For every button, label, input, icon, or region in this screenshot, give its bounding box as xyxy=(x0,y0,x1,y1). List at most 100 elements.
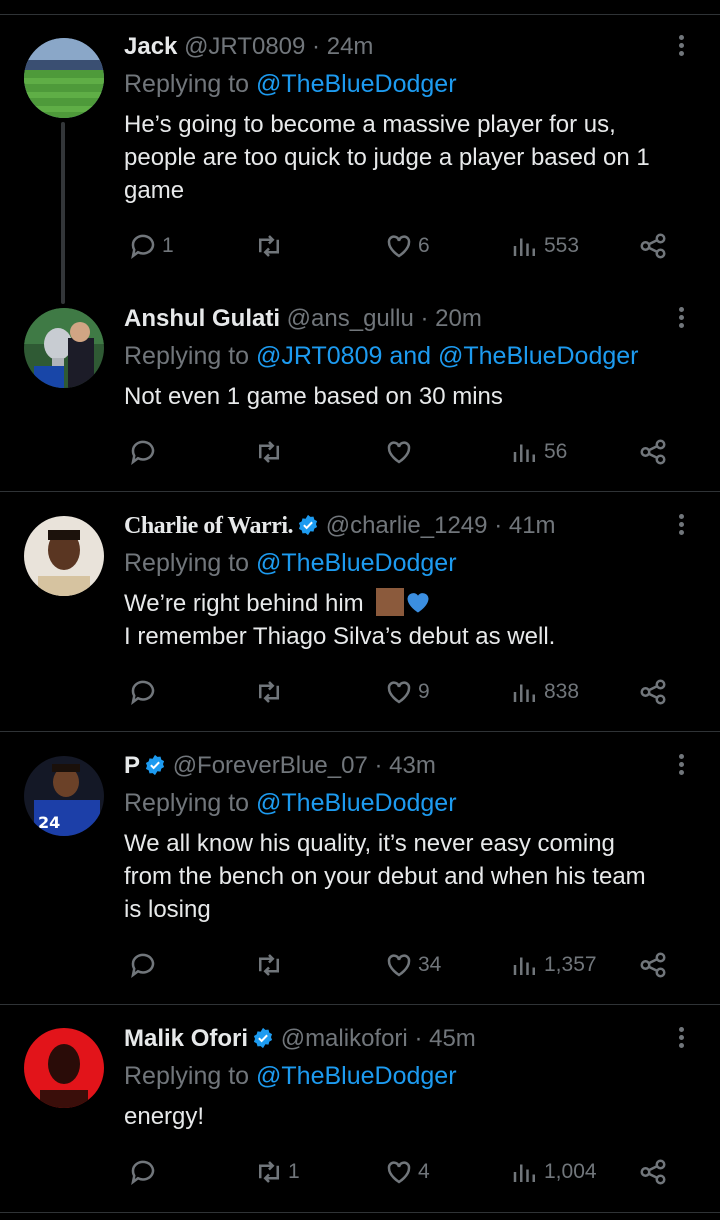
share-button[interactable] xyxy=(638,672,668,712)
replying-to-link[interactable]: @JRT0809 and @TheBlueDodger xyxy=(256,342,638,370)
user-handle[interactable]: @charlie_1249 xyxy=(326,512,488,539)
like-button[interactable]: 9 xyxy=(384,672,430,712)
retweet-button[interactable] xyxy=(254,226,288,266)
tweet-text-line: Not even 1 game based on 30 mins xyxy=(124,383,503,410)
user-handle[interactable]: @ForeverBlue_07 xyxy=(173,752,368,779)
more-options-icon[interactable] xyxy=(676,751,686,779)
verified-badge-icon xyxy=(253,1027,273,1049)
views-button[interactable]: 1,004 xyxy=(510,1152,597,1192)
svg-text:24: 24 xyxy=(38,813,60,832)
display-name[interactable]: P xyxy=(124,752,140,779)
share-button[interactable] xyxy=(638,432,668,472)
like-count: 4 xyxy=(418,1160,430,1183)
user-handle[interactable]: @JRT0809 xyxy=(184,33,305,60)
views-button[interactable]: 838 xyxy=(510,672,579,712)
display-name[interactable]: Jack xyxy=(124,33,177,60)
retweet-button[interactable]: 1 xyxy=(254,1152,300,1192)
like-button[interactable]: 4 xyxy=(384,1152,430,1192)
timestamp[interactable]: 45m xyxy=(429,1025,476,1052)
share-button[interactable] xyxy=(638,945,668,985)
reply-button[interactable] xyxy=(128,672,162,712)
avatar[interactable] xyxy=(24,516,104,596)
tweet-actions: 1 6 553 xyxy=(124,226,684,266)
timestamp[interactable]: 43m xyxy=(389,752,436,779)
views-button[interactable]: 56 xyxy=(510,432,567,472)
tweet-header: Charlie of Warri. @charlie_1249 · 41m xyxy=(124,508,660,544)
retweet-button[interactable] xyxy=(254,672,288,712)
tweet-divider xyxy=(0,1212,720,1213)
replying-to-link[interactable]: @TheBlueDodger xyxy=(256,549,457,577)
more-options-icon[interactable] xyxy=(676,511,686,539)
replying-to: Replying to @TheBlueDodger xyxy=(124,545,457,581)
tweet-text: He’s going to become a massive player fo… xyxy=(124,108,704,207)
like-button[interactable]: 6 xyxy=(384,226,430,266)
reply-icon xyxy=(131,440,155,465)
separator-dot: · xyxy=(374,752,383,779)
views-icon xyxy=(513,684,535,702)
display-name[interactable]: Malik Ofori xyxy=(124,1025,248,1052)
reply-button[interactable] xyxy=(128,945,162,985)
retweet-button[interactable] xyxy=(254,432,288,472)
tweet-text-line: people are too quick to judge a player b… xyxy=(124,144,650,171)
avatar[interactable] xyxy=(24,308,104,388)
views-icon xyxy=(513,444,535,462)
replying-to-label: Replying to xyxy=(124,70,250,98)
reply-icon xyxy=(131,953,155,978)
avatar[interactable]: 24 xyxy=(24,756,104,836)
more-options-icon[interactable] xyxy=(676,32,686,60)
like-count: 34 xyxy=(418,953,442,976)
user-handle[interactable]: @malikofori xyxy=(281,1025,408,1052)
heart-icon xyxy=(387,954,411,977)
trophy-avatar-icon xyxy=(24,308,104,388)
retweet-button[interactable] xyxy=(254,945,288,985)
heart-icon xyxy=(387,1161,411,1184)
share-button[interactable] xyxy=(638,1152,668,1192)
reply-icon xyxy=(131,234,155,259)
views-icon xyxy=(513,238,535,256)
heart-icon xyxy=(387,441,411,464)
views-button[interactable]: 1,357 xyxy=(510,945,597,985)
replying-to-link[interactable]: @TheBlueDodger xyxy=(256,1062,457,1090)
player-avatar-icon: 24 xyxy=(24,756,104,836)
share-icon xyxy=(640,439,666,465)
person-avatar-icon xyxy=(24,516,104,596)
thread-line xyxy=(61,122,65,304)
reply-button[interactable] xyxy=(128,432,162,472)
retweet-icon xyxy=(259,235,279,257)
replying-to-label: Replying to xyxy=(124,789,250,817)
tweet-text-line: We all know his quality, it’s never easy… xyxy=(124,830,615,857)
views-button[interactable]: 553 xyxy=(510,226,579,266)
heart-icon xyxy=(387,681,411,704)
tweet-text-line: game xyxy=(124,177,185,204)
tweet-text: We all know his quality, it’s never easy… xyxy=(124,827,704,926)
more-options-icon[interactable] xyxy=(676,1024,686,1052)
view-count: 56 xyxy=(544,440,568,463)
more-options-icon[interactable] xyxy=(676,304,686,332)
tweet-text-line: is losing xyxy=(124,896,211,923)
replying-to-link[interactable]: @TheBlueDodger xyxy=(256,789,457,817)
share-icon xyxy=(640,952,666,978)
replying-to-link[interactable]: @TheBlueDodger xyxy=(256,70,457,98)
tweet-text: energy! xyxy=(124,1100,704,1133)
timestamp[interactable]: 24m xyxy=(327,33,374,60)
share-button[interactable] xyxy=(638,226,668,266)
timestamp[interactable]: 20m xyxy=(435,305,482,332)
like-button[interactable] xyxy=(384,432,418,472)
like-button[interactable]: 34 xyxy=(384,945,441,985)
reply-count: 1 xyxy=(162,234,174,257)
tweet-text: Not even 1 game based on 30 mins xyxy=(124,380,704,413)
display-name[interactable]: Anshul Gulati xyxy=(124,305,280,332)
heart-icon xyxy=(387,235,411,258)
replying-to-label: Replying to xyxy=(124,342,250,370)
avatar[interactable] xyxy=(24,1028,104,1108)
reply-button[interactable]: 1 xyxy=(128,226,174,266)
timestamp[interactable]: 41m xyxy=(509,512,556,539)
view-count: 838 xyxy=(544,680,580,703)
tweet-text-line: energy! xyxy=(124,1103,205,1130)
user-handle[interactable]: @ans_gullu xyxy=(287,305,414,332)
separator-dot: · xyxy=(312,33,321,60)
reply-button[interactable] xyxy=(128,1152,162,1192)
display-name[interactable]: Charlie of Warri. xyxy=(124,513,294,539)
retweet-count: 1 xyxy=(288,1160,300,1183)
avatar[interactable] xyxy=(24,38,104,118)
